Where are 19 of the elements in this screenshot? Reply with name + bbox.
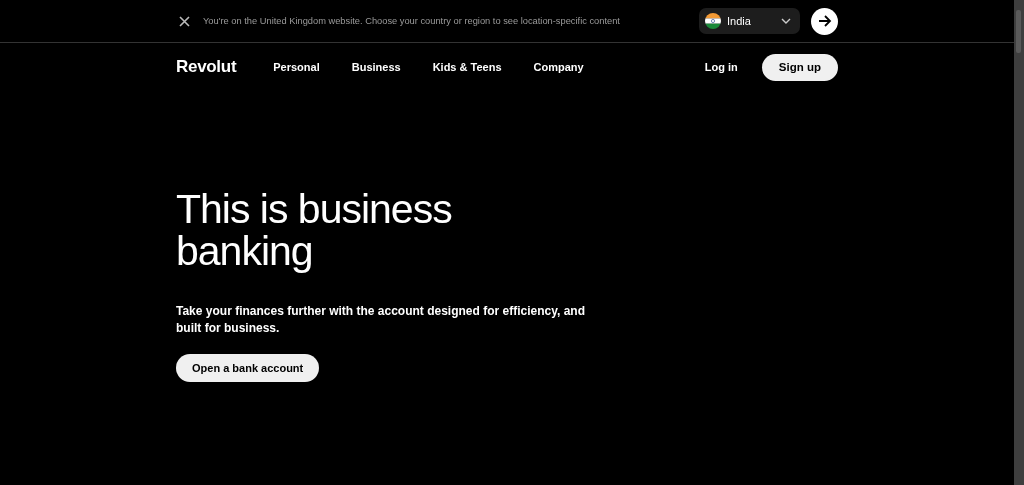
login-link[interactable]: Log in — [704, 61, 738, 73]
nav-link[interactable]: Kids & Teens — [432, 61, 502, 73]
hero-subtitle: Take your finances further with the account designed for efficiency, and built for business. — [176, 303, 586, 337]
arrow-right-icon — [817, 15, 832, 27]
hero-title: This is business banking — [176, 188, 453, 272]
scrollbar[interactable] — [1014, 0, 1024, 485]
banner-message: You're on the United Kingdom website. Choose your country or region to see location-specific content — [203, 16, 620, 26]
nav-link[interactable]: Personal — [273, 61, 320, 73]
open-account-button[interactable]: Open a bank account — [176, 354, 320, 382]
signup-button[interactable]: Sign up — [761, 53, 838, 81]
continue-button[interactable] — [811, 7, 838, 35]
logo[interactable]: Revolut — [176, 57, 237, 77]
close-icon[interactable] — [179, 15, 190, 27]
country-select[interactable]: India — [699, 8, 800, 34]
scrollbar-thumb[interactable] — [1016, 10, 1021, 53]
flag-icon — [705, 13, 721, 29]
nav-link[interactable]: Business — [351, 61, 401, 73]
nav-link[interactable]: Company — [533, 61, 584, 73]
chevron-down-icon — [781, 18, 791, 24]
